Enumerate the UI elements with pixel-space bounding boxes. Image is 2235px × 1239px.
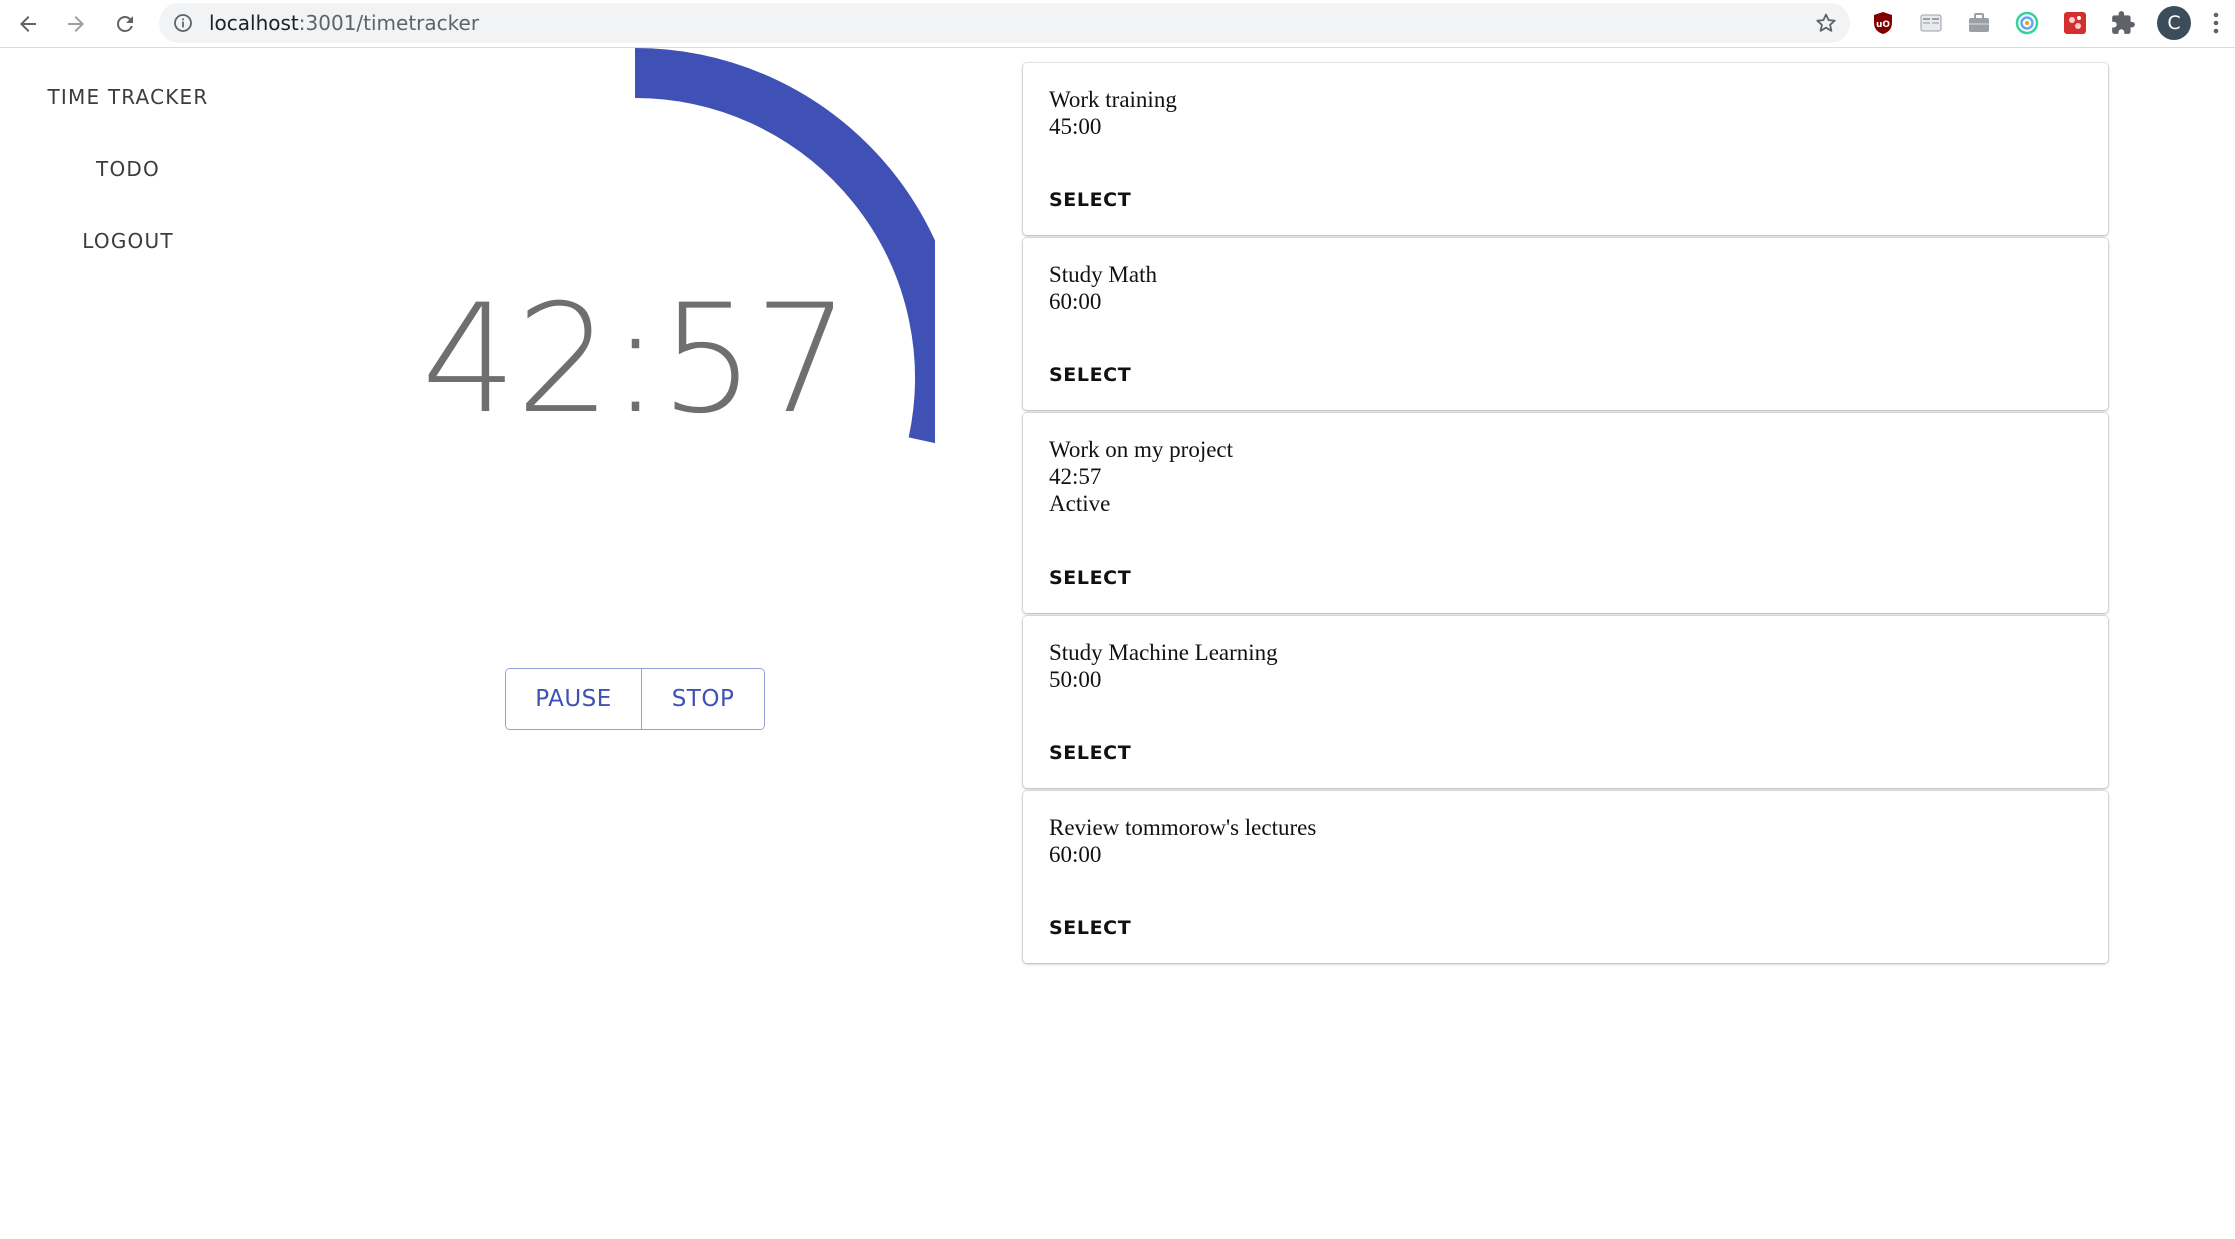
forward-icon[interactable]: [59, 7, 93, 41]
timer-controls: PAUSE STOP: [505, 668, 765, 730]
task-select-button[interactable]: SELECT: [1049, 567, 1131, 589]
ublock-extension-icon[interactable]: uO: [1870, 10, 1896, 36]
url-text[interactable]: localhost:3001/timetracker: [209, 3, 479, 43]
address-bar[interactable]: localhost:3001/timetracker: [159, 3, 1850, 43]
nav-todo[interactable]: TODO: [0, 157, 256, 181]
task-select-button[interactable]: SELECT: [1049, 742, 1131, 764]
task-title: Work on my project: [1049, 437, 1234, 462]
pause-button[interactable]: PAUSE: [506, 669, 642, 729]
task-select-button[interactable]: SELECT: [1049, 364, 1131, 386]
task-card: Study Math 60:00 SELECT: [1023, 238, 2108, 410]
task-duration: 50:00: [1049, 667, 1102, 692]
task-card: Work training 45:00 SELECT: [1023, 63, 2108, 235]
extensions-puzzle-icon[interactable]: [2110, 10, 2136, 36]
browser-menu-icon[interactable]: [2210, 10, 2222, 36]
reader-extension-icon[interactable]: [1918, 10, 1944, 36]
task-status: Active: [1049, 491, 1111, 516]
back-icon[interactable]: [11, 7, 45, 41]
reload-icon[interactable]: [108, 7, 142, 41]
task-duration: 60:00: [1049, 842, 1102, 867]
bookmark-star-icon[interactable]: [1814, 11, 1838, 35]
url-host: localhost: [209, 11, 299, 35]
task-duration: 42:57: [1049, 464, 1102, 489]
red-extension-icon[interactable]: [2062, 10, 2088, 36]
timer-display: 42:57: [421, 273, 849, 447]
task-card: Study Machine Learning 50:00 SELECT: [1023, 616, 2108, 788]
browser-toolbar: localhost:3001/timetracker uO C: [0, 0, 2235, 48]
url-path: :3001/timetracker: [298, 11, 480, 35]
task-duration: 45:00: [1049, 114, 1102, 139]
profile-avatar[interactable]: C: [2157, 6, 2191, 40]
task-card-active: Work on my project 42:57 Active SELECT: [1023, 413, 2108, 613]
task-duration: 60:00: [1049, 289, 1102, 314]
info-icon[interactable]: [173, 13, 193, 33]
target-extension-icon[interactable]: [2014, 10, 2040, 36]
task-title: Work training: [1049, 87, 1177, 112]
briefcase-extension-icon[interactable]: [1966, 10, 1992, 36]
nav-time-tracker[interactable]: TIME TRACKER: [0, 85, 256, 109]
nav-logout[interactable]: LOGOUT: [0, 229, 256, 253]
task-title: Review tommorow's lectures: [1049, 815, 1317, 840]
task-select-button[interactable]: SELECT: [1049, 917, 1131, 939]
task-card: Review tommorow's lectures 60:00 SELECT: [1023, 791, 2108, 963]
task-select-button[interactable]: SELECT: [1049, 189, 1131, 211]
task-title: Study Machine Learning: [1049, 640, 1278, 665]
task-title: Study Math: [1049, 262, 1157, 287]
stop-button[interactable]: STOP: [642, 669, 764, 729]
svg-text:uO: uO: [1876, 20, 1890, 30]
